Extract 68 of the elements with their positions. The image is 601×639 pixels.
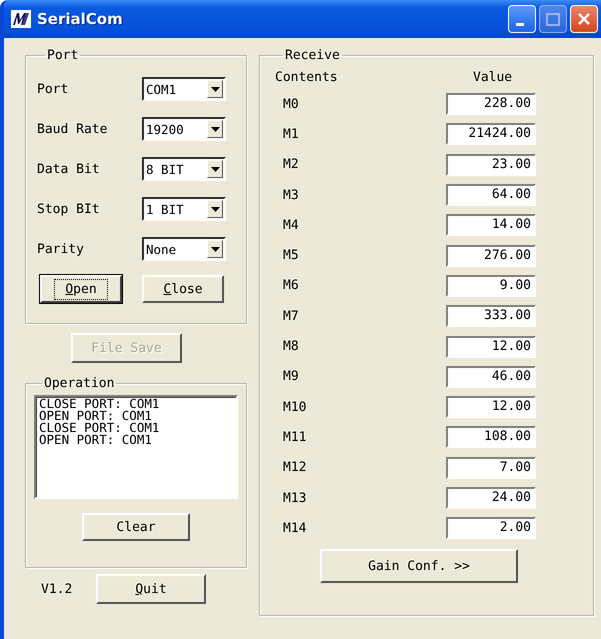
log-entry: CLOSE PORT: COM1	[39, 398, 160, 410]
value-field[interactable]: 21424.00	[446, 123, 536, 146]
value-field[interactable]: 64.00	[446, 184, 536, 206]
value-field[interactable]: 7.00	[446, 456, 536, 479]
maximize-button[interactable]	[539, 5, 567, 33]
setting-label: Data Bit	[37, 162, 101, 176]
app-icon	[11, 10, 31, 28]
version-label: V1.2	[41, 582, 74, 596]
log-entry: CLOSE PORT: COM1	[39, 422, 160, 434]
dropdown-arrow-icon	[210, 246, 220, 252]
minimize-button[interactable]	[508, 5, 536, 33]
dropdown-arrow-icon	[210, 126, 220, 132]
channel-label: M3	[282, 188, 300, 203]
group-title: Receive	[284, 48, 341, 63]
channel-label: M8	[282, 339, 300, 354]
quit-button[interactable]: Quit	[96, 574, 206, 604]
channel-label: M12	[282, 460, 308, 476]
dropdown-arrow-icon	[210, 206, 220, 212]
channel-label: M9	[282, 369, 300, 384]
setting-label: Parity	[37, 242, 85, 256]
dropdown[interactable]: 8 BIT	[142, 157, 226, 181]
value-field[interactable]: 14.00	[446, 214, 536, 236]
close-icon	[578, 13, 590, 25]
setting-label: Stop BIt	[37, 202, 101, 216]
maximize-icon	[546, 12, 560, 26]
channel-label: M0	[282, 96, 300, 112]
dropdown-arrow-icon	[210, 166, 220, 172]
value-field[interactable]: 228.00	[446, 93, 536, 116]
channel-label: M1	[282, 126, 300, 142]
group-title: Port	[46, 48, 80, 63]
value-field[interactable]: 9.00	[446, 274, 536, 297]
dropdown[interactable]: COM1	[142, 77, 226, 101]
column-header: Value	[473, 70, 512, 84]
value-field[interactable]: 46.00	[446, 366, 536, 388]
dropdown[interactable]: None	[142, 237, 226, 261]
channel-label: M11	[282, 430, 308, 445]
value-field[interactable]: 12.00	[446, 336, 536, 358]
setting-label: Baud Rate	[37, 122, 108, 136]
channel-label: M14	[282, 520, 308, 536]
value-field[interactable]: 108.00	[446, 426, 536, 448]
setting-label: Port	[37, 82, 70, 96]
close-button[interactable]	[570, 5, 598, 33]
channel-label: M4	[282, 218, 300, 233]
minimize-icon	[516, 22, 524, 26]
value-field[interactable]: 12.00	[446, 396, 536, 418]
value-field[interactable]: 2.00	[446, 517, 536, 540]
channel-label: M6	[282, 278, 300, 294]
value-field[interactable]: 276.00	[446, 244, 536, 267]
value-field[interactable]: 24.00	[446, 487, 536, 509]
open-button[interactable]: Open	[40, 275, 122, 303]
column-header: Contents	[275, 70, 339, 84]
clear-button[interactable]: Clear	[82, 513, 190, 541]
channel-label: M10	[282, 400, 308, 415]
window-title: SerialCom	[37, 10, 124, 28]
dropdown[interactable]: 1 BIT	[142, 197, 226, 221]
gain-conf-button[interactable]: Gain Conf. >>	[320, 549, 518, 584]
channel-label: M7	[282, 308, 300, 324]
value-field[interactable]: 23.00	[446, 154, 536, 176]
channel-label: M13	[282, 490, 308, 506]
dropdown[interactable]: 19200	[142, 117, 226, 141]
log-entry: OPEN PORT: COM1	[39, 434, 152, 446]
channel-label: M2	[282, 157, 300, 172]
channel-label: M5	[282, 248, 300, 264]
group-title: Operation	[43, 376, 116, 391]
dropdown-arrow-icon	[210, 86, 220, 92]
value-field[interactable]: 333.00	[446, 305, 536, 328]
log-entry: OPEN PORT: COM1	[39, 410, 152, 422]
close-port-button[interactable]: Close	[142, 275, 224, 303]
